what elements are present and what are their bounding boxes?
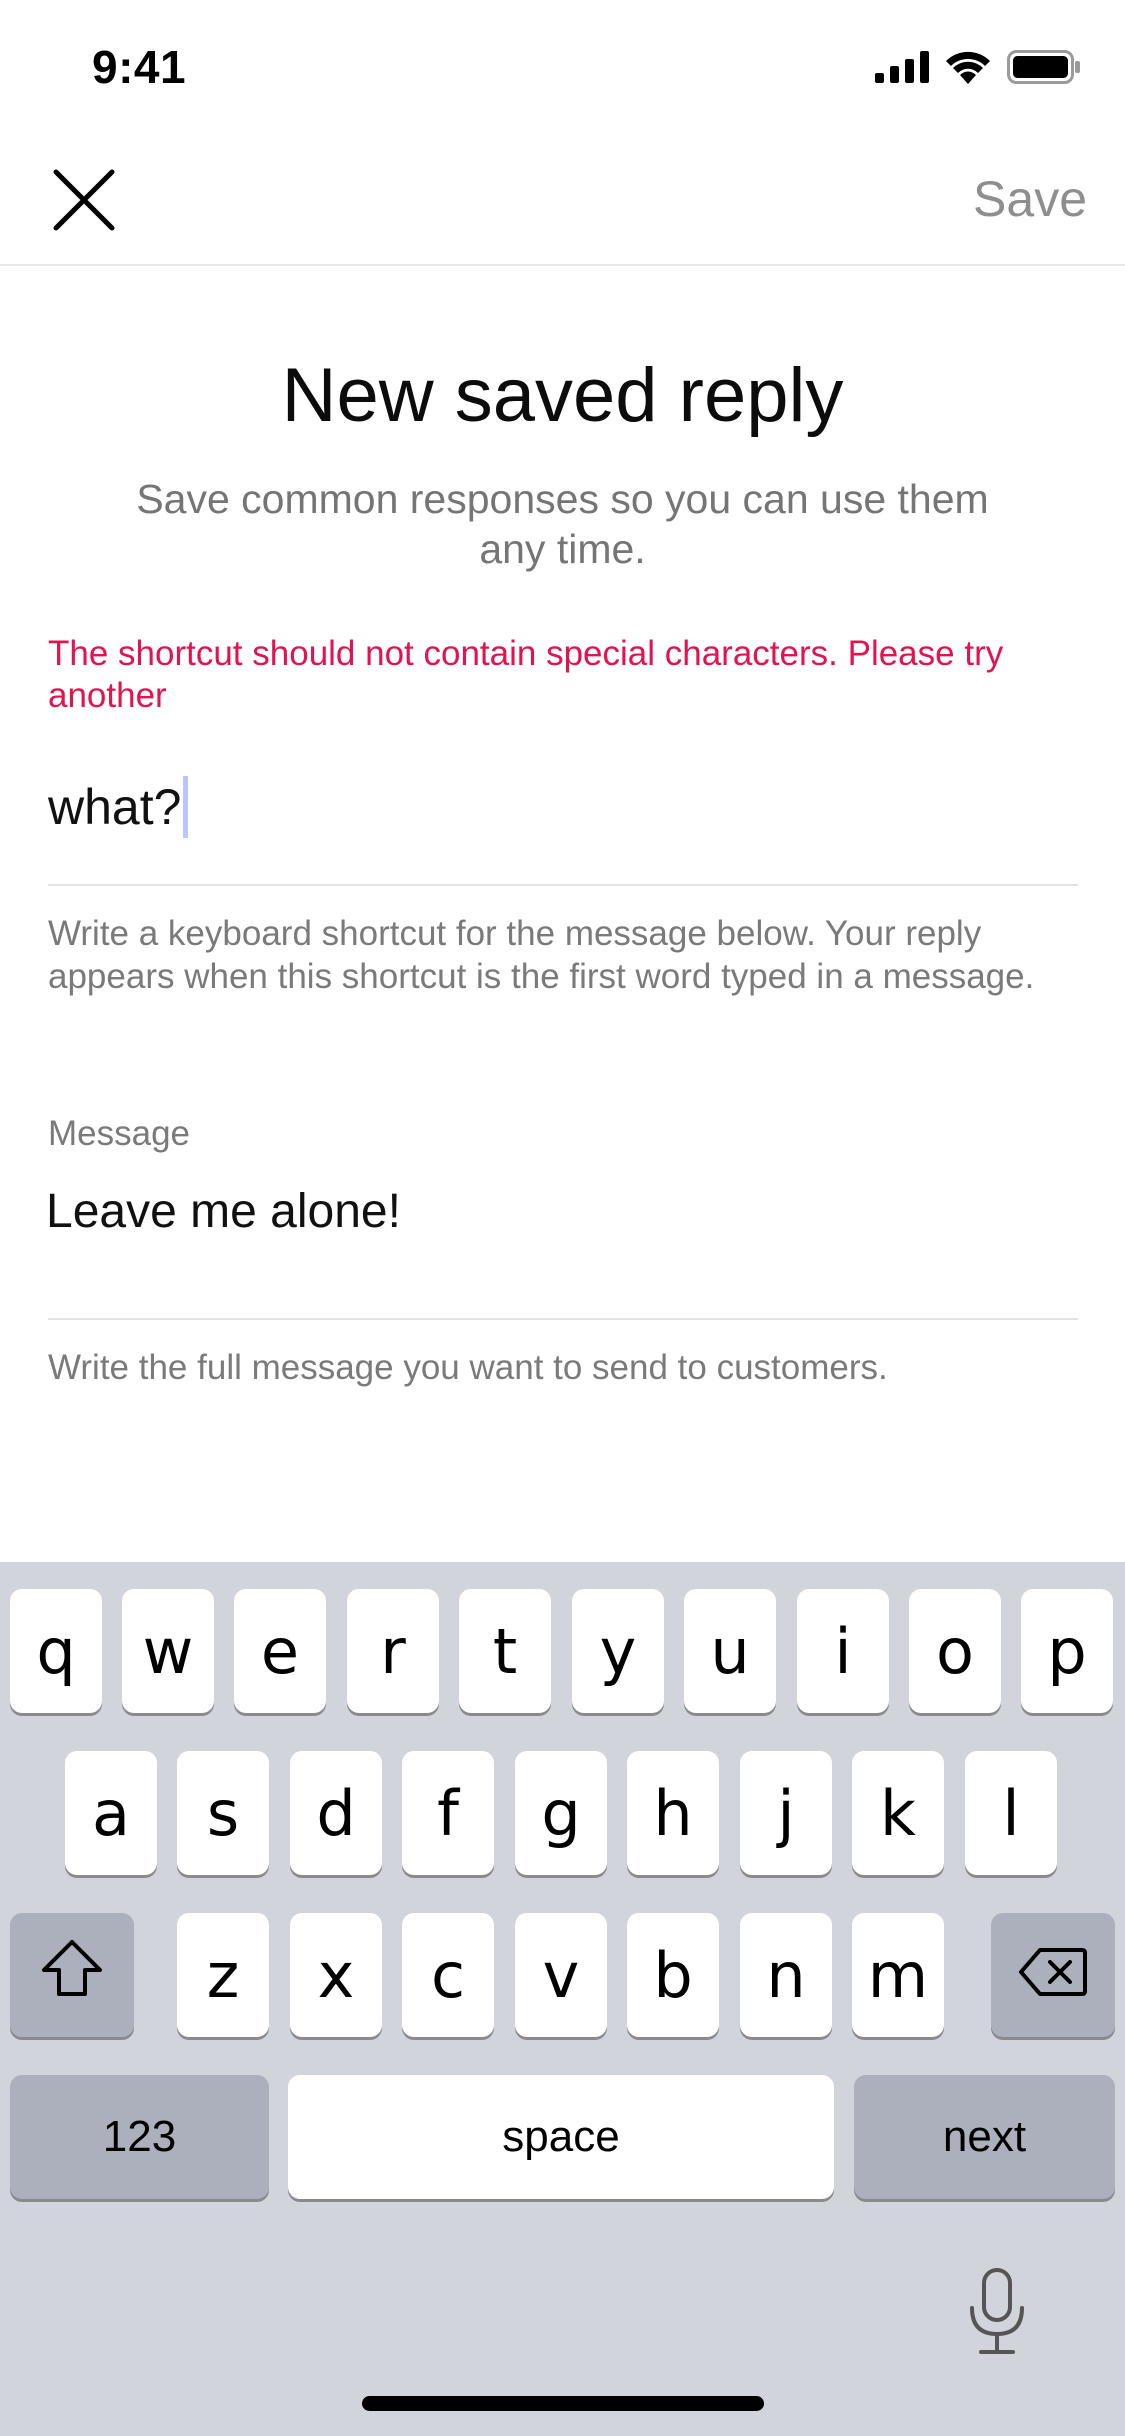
key-z[interactable]: z [177,1913,269,2037]
backspace-icon [1018,1939,1088,2012]
shortcut-text: what? [48,779,182,835]
text-caret [183,776,189,838]
shift-icon [40,1938,104,2013]
microphone-icon [967,2267,1027,2361]
key-v[interactable]: v [515,1913,607,2037]
shortcut-input-value: what? [48,776,189,838]
key-g[interactable]: g [515,1751,607,1875]
shortcut-help-text: Write a keyboard shortcut for the messag… [48,914,1035,996]
key-q[interactable]: q [10,1589,102,1713]
key-b[interactable]: b [627,1913,719,2037]
key-t[interactable]: t [459,1589,551,1713]
keyboard: q w e r t y u i o p a s d f g h j k l z … [0,1562,1125,2436]
close-icon [52,168,116,237]
key-m[interactable]: m [852,1913,944,2037]
dictation-button[interactable] [960,2266,1034,2362]
numbers-key[interactable]: 123 [10,2075,269,2199]
shortcut-error-message: The shortcut should not contain special … [48,634,1004,715]
key-f[interactable]: f [402,1751,494,1875]
cellular-signal-icon [875,51,929,88]
status-bar: 9:41 [0,0,1125,140]
key-o[interactable]: o [909,1589,1001,1713]
key-u[interactable]: u [684,1589,776,1713]
message-help-text: Write the full message you want to send … [48,1348,888,1387]
key-s[interactable]: s [177,1751,269,1875]
save-button[interactable]: Save [973,170,1087,228]
key-w[interactable]: w [122,1589,214,1713]
wifi-icon [945,50,991,89]
key-h[interactable]: h [627,1751,719,1875]
message-input-value: Leave me alone! [46,1185,401,1238]
status-icons [875,50,1081,89]
key-c[interactable]: c [402,1913,494,2037]
key-l[interactable]: l [965,1751,1057,1875]
key-p[interactable]: p [1021,1589,1113,1713]
backspace-key[interactable] [991,1913,1115,2037]
key-r[interactable]: r [347,1589,439,1713]
shortcut-input[interactable]: what? [48,758,1078,886]
space-key[interactable]: space [288,2075,834,2199]
key-a[interactable]: a [65,1751,157,1875]
key-e[interactable]: e [234,1589,326,1713]
shift-key[interactable] [10,1913,134,2037]
page-title: New saved reply [281,353,844,438]
key-j[interactable]: j [740,1751,832,1875]
message-input[interactable]: Leave me alone! [46,1158,1078,1320]
key-d[interactable]: d [290,1751,382,1875]
battery-icon [1007,50,1081,89]
key-k[interactable]: k [852,1751,944,1875]
home-indicator [362,2396,764,2411]
status-time: 9:41 [92,41,187,93]
key-n[interactable]: n [740,1913,832,2037]
key-i[interactable]: i [797,1589,889,1713]
nav-bar: Save [0,140,1125,266]
key-x[interactable]: x [290,1913,382,2037]
key-y[interactable]: y [572,1589,664,1713]
close-button[interactable] [46,164,122,240]
page-subtitle: Save common responses so you can use the… [136,476,989,572]
message-label: Message [48,1114,191,1153]
next-key[interactable]: next [854,2075,1115,2199]
